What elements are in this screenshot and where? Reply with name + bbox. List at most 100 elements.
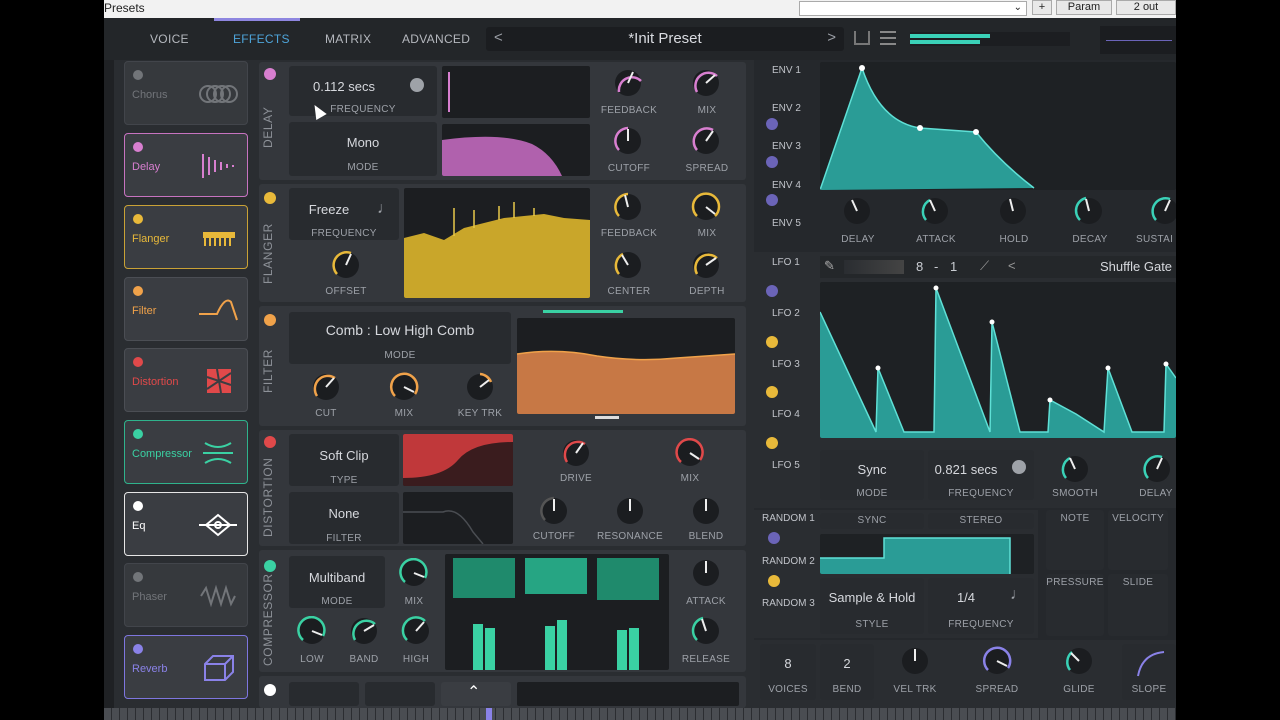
eq-power-toggle[interactable] [264,684,276,696]
distortion-mix-knob[interactable] [675,438,705,468]
eq-display[interactable] [517,682,739,706]
random-mod-source-icon[interactable] [768,532,780,544]
lfo-smooth-knob[interactable] [1060,454,1090,484]
flanger-power-toggle[interactable] [264,192,276,204]
tab-lfo-2[interactable]: LFO 2 [772,308,800,319]
bend-box[interactable]: 2 BEND [820,644,874,700]
tab-random-2[interactable]: RANDOM 2 [762,556,815,567]
flanger-offset-knob[interactable] [331,250,361,280]
effect-reverb[interactable]: Reverb [124,635,248,699]
distortion-curve-display[interactable] [403,434,513,486]
random-stereo-toggle[interactable]: STEREO [928,513,1034,529]
effect-filter[interactable]: Filter [124,277,248,341]
filter-mode-box[interactable]: Comb : Low High Comb MODE [289,312,511,364]
distortion-power-toggle[interactable] [264,436,276,448]
tab-env-5[interactable]: ENV 5 [772,218,801,229]
clock-icon[interactable] [410,78,424,92]
eq-low-band[interactable] [289,682,359,706]
distortion-resonance-knob[interactable] [615,496,645,526]
save-icon[interactable] [854,31,870,45]
effect-phaser[interactable]: Phaser [124,563,248,627]
tab-random-3[interactable]: RANDOM 3 [762,598,815,609]
tab-env-3[interactable]: ENV 3 [772,141,801,152]
env-mod-source-icon[interactable] [766,118,778,130]
spread-knob[interactable] [982,646,1012,676]
tab-env-1[interactable]: ENV 1 [772,65,801,76]
vel-trk-knob[interactable] [900,646,930,676]
compressor-band-display[interactable] [445,554,669,670]
tab-lfo-4[interactable]: LFO 4 [772,409,800,420]
tab-advanced[interactable]: ADVANCED [402,32,470,46]
effect-eq[interactable]: Eq [124,492,248,556]
lfo-mod-source-icon[interactable] [766,386,778,398]
tab-random-1[interactable]: RANDOM 1 [762,513,815,524]
lfo-frequency-box[interactable]: 0.821 secs FREQUENCY [928,450,1034,500]
param-button[interactable]: Param [1056,0,1112,15]
effect-compressor[interactable]: Compressor [124,420,248,484]
env-decay-knob[interactable] [1074,196,1104,226]
filter-power-toggle[interactable] [264,314,276,326]
tab-env-2[interactable]: ENV 2 [772,103,801,114]
preset-dropdown[interactable]: ⌄ [799,1,1027,16]
random-style-box[interactable]: Sample & Hold STYLE [820,578,924,634]
env-mod-source-icon[interactable] [766,194,778,206]
reverb-toggle[interactable] [133,644,143,654]
distortion-type-box[interactable]: Soft Clip TYPE [289,434,399,486]
effect-delay[interactable]: Delay [124,133,248,197]
filter-cut-knob[interactable] [311,372,341,402]
tab-effects[interactable]: EFFECTS [233,32,290,46]
random-mod-source-icon[interactable] [768,575,780,587]
delay-power-toggle[interactable] [264,68,276,80]
compressor-power-toggle[interactable] [264,560,276,572]
lfo-grid-x[interactable]: 8 [916,259,923,274]
flanger-feedback-knob[interactable] [613,192,643,222]
note-icon[interactable]: ♩ [1010,586,1026,604]
delay-time-display[interactable] [442,66,590,118]
random-display[interactable] [820,534,1034,574]
env-sustain-knob[interactable] [1150,196,1176,226]
env-mod-source-icon[interactable] [766,156,778,168]
tab-env-4[interactable]: ENV 4 [772,180,801,191]
effect-distortion[interactable]: Distortion [124,348,248,412]
add-button[interactable]: + [1032,0,1052,15]
delay-mix-knob[interactable] [691,68,721,98]
delay-toggle[interactable] [133,142,143,152]
lfo-mod-source-icon[interactable] [766,285,778,297]
note-icon[interactable]: ♩ [377,200,393,218]
distortion-blend-knob[interactable] [691,496,721,526]
slope-box[interactable]: SLOPE [1122,644,1176,700]
compressor-attack-knob[interactable] [691,558,721,588]
compressor-toggle[interactable] [133,429,143,439]
delay-filter-display[interactable] [442,124,590,176]
phaser-toggle[interactable] [133,572,143,582]
next-preset-button[interactable]: > [827,29,836,46]
filter-blend-slider[interactable] [543,310,623,313]
lfo-mod-source-icon[interactable] [766,437,778,449]
filter-scroll-handle[interactable] [595,416,619,419]
eq-mid-band[interactable] [365,682,435,706]
pressure-mod-source[interactable]: PRESSURE [1046,574,1104,636]
curve-icon[interactable]: ⟋ [980,258,989,274]
lfo-mod-source-icon[interactable] [766,336,778,348]
lfo-display[interactable] [820,282,1176,438]
compressor-release-knob[interactable] [691,616,721,646]
velocity-mod-source[interactable]: VELOCITY [1108,510,1168,570]
chorus-toggle[interactable] [133,70,143,80]
tab-voice[interactable]: VOICE [150,32,189,46]
compressor-high-knob[interactable] [401,616,431,646]
delay-spread-knob[interactable] [691,126,721,156]
lfo-smooth-ramp[interactable] [844,260,904,274]
compressor-mode-box[interactable]: Multiband MODE [289,556,385,608]
flanger-center-knob[interactable] [613,250,643,280]
tab-matrix[interactable]: MATRIX [325,32,371,46]
flanger-mix-knob[interactable] [691,192,721,222]
effect-flanger[interactable]: Flanger [124,205,248,269]
piano-keyboard[interactable] [104,708,1176,720]
clock-icon[interactable] [1012,460,1026,474]
env-hold-knob[interactable] [998,196,1028,226]
distortion-cutoff-knob[interactable] [539,496,569,526]
env-attack-knob[interactable] [920,196,950,226]
distortion-filter-display[interactable] [403,492,513,544]
note-mod-source[interactable]: NOTE [1046,510,1104,570]
delay-cutoff-knob[interactable] [613,126,643,156]
